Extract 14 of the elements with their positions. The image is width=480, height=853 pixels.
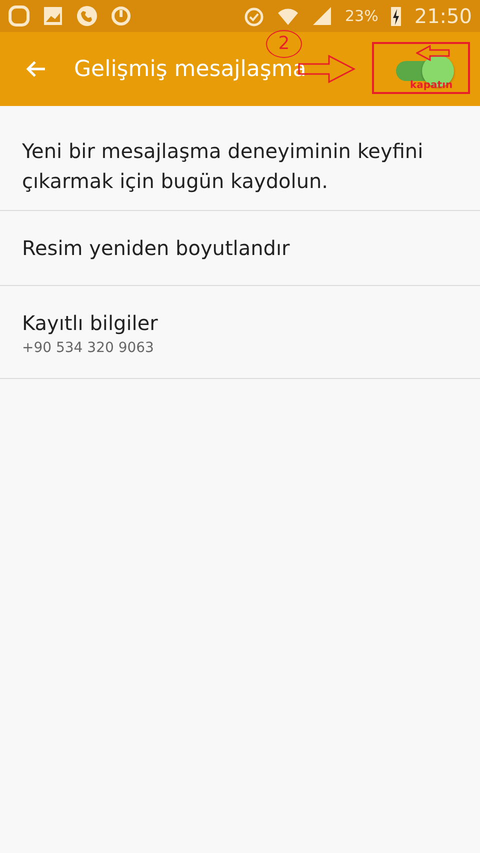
battery-percent: 23%: [345, 7, 378, 25]
annotation-arrow-icon: [416, 45, 450, 61]
info-text: Yeni bir mesajlaşma deneyiminin keyfini çıkarmak için bugün kaydolun.: [22, 138, 424, 195]
alarm-icon: [243, 5, 266, 27]
battery-charging-icon: [390, 5, 402, 27]
annotation-label: kapatın: [410, 80, 453, 91]
settings-item[interactable]: Kayıtlı bilgiler +90 534 320 9063: [0, 286, 480, 379]
clock-time: 21:50: [414, 4, 472, 28]
settings-item[interactable]: Resim yeniden boyutlandır: [0, 211, 480, 286]
signal-icon: [311, 5, 334, 27]
phone-icon: [76, 5, 98, 27]
step-number: 2: [266, 30, 302, 58]
screen-title: Gelişmiş mesajlaşma: [74, 56, 306, 82]
image-icon: [42, 5, 64, 27]
